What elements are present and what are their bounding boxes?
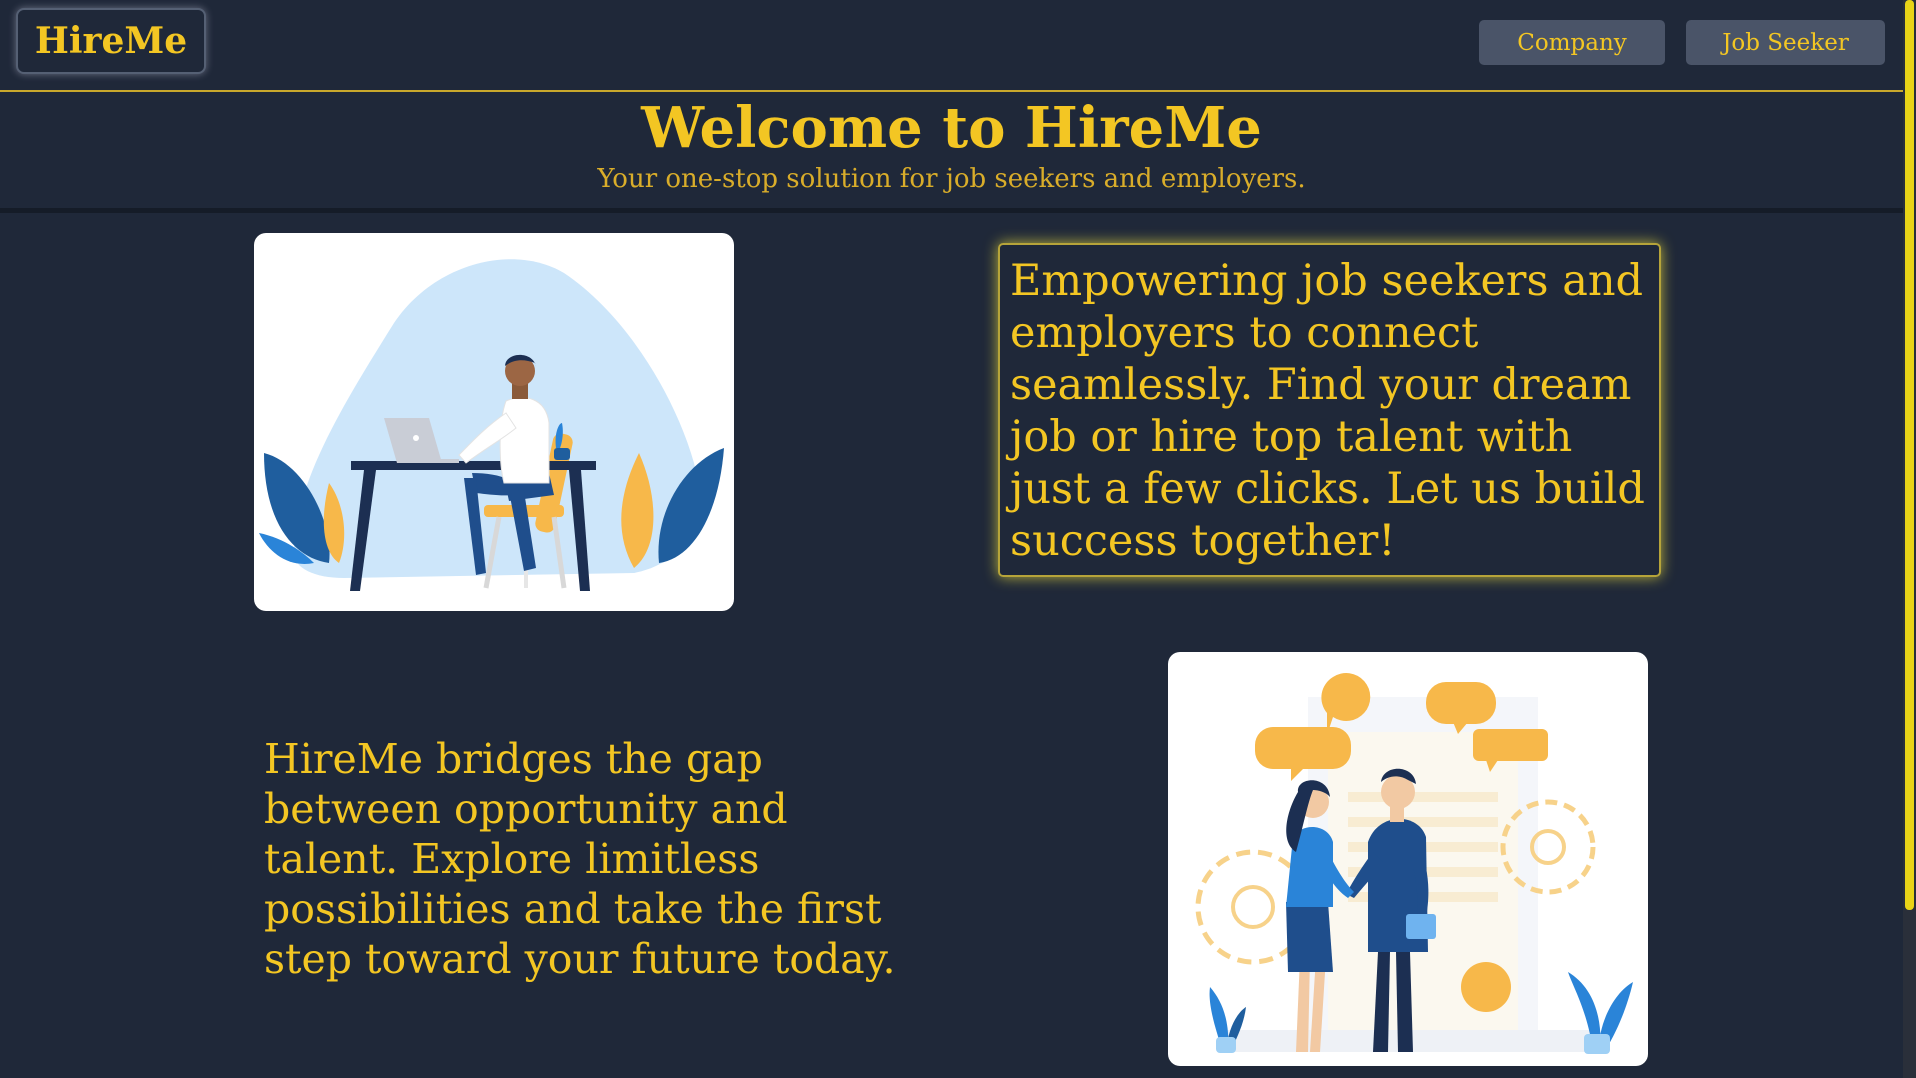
top-navbar: HireMe Company Job Seeker [0,0,1903,92]
page-title: Welcome to HireMe [641,95,1262,161]
job-seeker-button[interactable]: Job Seeker [1686,20,1885,65]
person-at-desk-illustration [254,233,734,611]
company-button[interactable]: Company [1479,20,1665,65]
handshake-illustration [1168,652,1648,1066]
page: HireMe Company Job Seeker Welcome to Hir… [0,0,1916,1078]
scrollbar-thumb[interactable] [1905,0,1914,910]
person-at-desk-icon [259,259,724,591]
logo[interactable]: HireMe [16,8,206,74]
handshake-meeting-icon [1195,673,1633,1054]
intro-text-box: Empowering job seekers and employers to … [998,243,1661,577]
page-subtitle: Your one-stop solution for job seekers a… [597,164,1306,194]
hero-section: Welcome to HireMe Your one-stop solution… [0,92,1903,213]
bridge-text: HireMe bridges the gap between opportuni… [264,735,896,983]
